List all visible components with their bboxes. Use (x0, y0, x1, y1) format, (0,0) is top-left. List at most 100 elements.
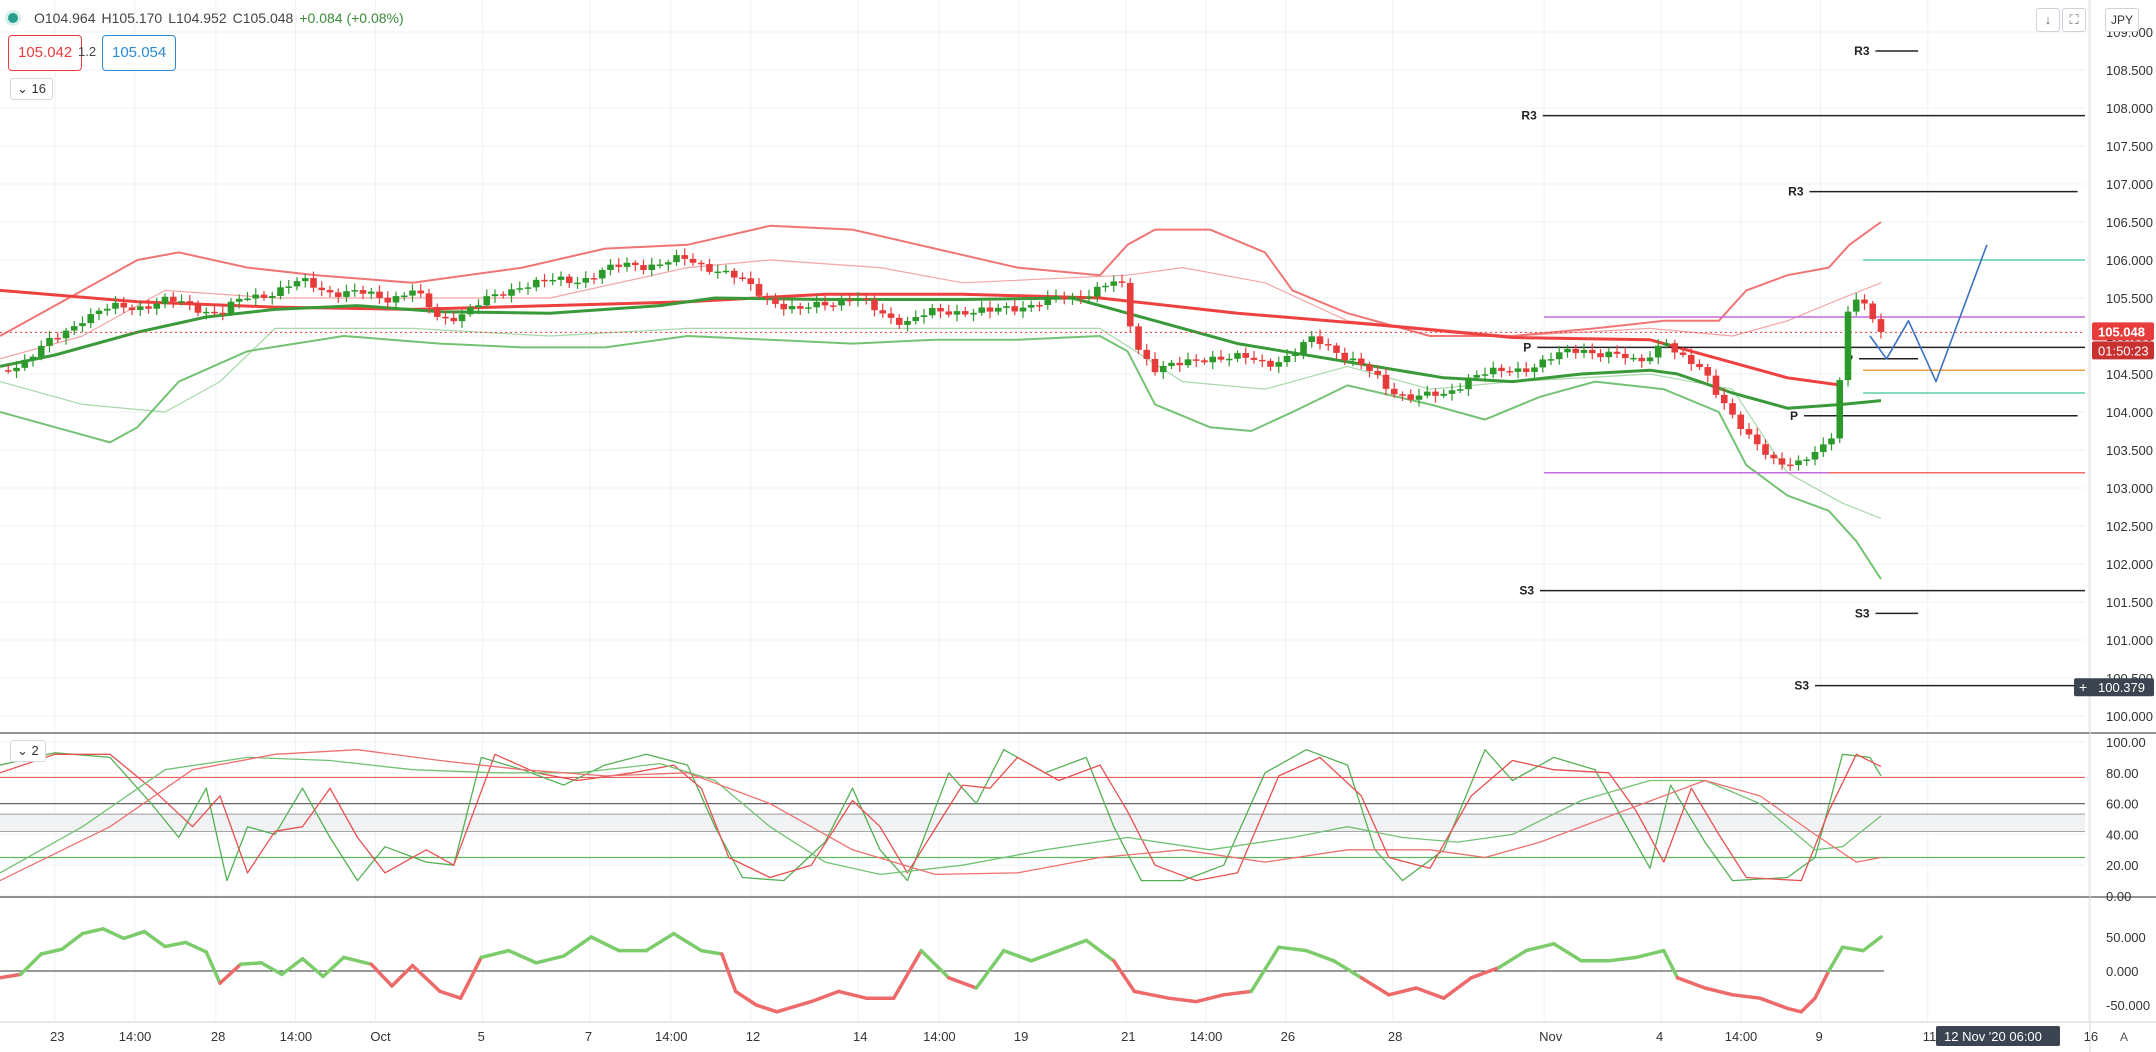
screen-icon[interactable]: ⛶ (2062, 8, 2086, 32)
arrow-down-icon[interactable]: ↓ (2036, 8, 2060, 32)
time-axis-label: 4 (1656, 1029, 1663, 1044)
osc-segment (1607, 955, 1638, 963)
time-axis-label: 5 (478, 1029, 485, 1044)
candle-body (1514, 368, 1522, 372)
osc-segment (1112, 959, 1137, 994)
candle-body (13, 367, 20, 372)
low-value: L104.952 (168, 10, 227, 26)
candle-body (1786, 464, 1794, 467)
candle-body (1184, 359, 1192, 366)
osc-segment (919, 948, 951, 980)
osc-segment (410, 963, 442, 994)
oscillator-collapse-chip[interactable]: ⌄ 2 (10, 740, 46, 762)
candle-body (1159, 365, 1167, 373)
candle-body (285, 286, 293, 288)
time-axis-label: 14:00 (1190, 1029, 1223, 1044)
candle-body (1803, 459, 1811, 462)
chart-svg[interactable]: R3R3R3PPPS3S3S3109.000108.500108.000107.… (0, 0, 2156, 1052)
candle-body (1176, 362, 1184, 366)
candle-body (326, 290, 334, 293)
candle-body (970, 312, 977, 315)
candle-body (623, 262, 631, 267)
candle-body (1390, 388, 1398, 395)
candle-body (1638, 357, 1646, 362)
osc-segment (809, 989, 841, 1004)
price-axis-label: 107.500 (2106, 139, 2153, 154)
candle-body (1679, 352, 1687, 355)
candle-body (1168, 362, 1175, 366)
pivot-label: S3 (1519, 584, 1534, 598)
osc-segment (142, 929, 167, 949)
time-axis-label: 28 (211, 1029, 225, 1044)
candle-body (244, 298, 251, 301)
osc-segment (0, 972, 23, 980)
candle-body (1036, 305, 1043, 307)
candle-body (417, 290, 425, 294)
candle-body (747, 278, 755, 285)
candle-body (1489, 367, 1497, 375)
sell-price-button[interactable]: 105.042 (8, 35, 83, 71)
candle-body (1201, 360, 1208, 363)
candle-body (879, 310, 887, 314)
candle-body (1481, 374, 1489, 376)
candle-body (1671, 343, 1679, 353)
candle-body (1333, 345, 1340, 353)
price-axis-label: 102.000 (2106, 557, 2153, 572)
candle-body (1828, 438, 1835, 445)
candle-body (450, 317, 458, 322)
candle-body (1192, 359, 1200, 361)
osc-segment (1084, 938, 1116, 963)
candle-body (1283, 356, 1291, 363)
candle-body (961, 311, 969, 315)
candle-body (1572, 348, 1580, 353)
candle-body (763, 295, 771, 299)
osc-segment (507, 948, 538, 965)
candle-body (211, 311, 218, 314)
candle-body (1242, 353, 1250, 358)
ohlc-legend: O104.964 H105.170 L104.952 C105.048 +0.0… (8, 10, 404, 26)
last-price-label: 105.048 (2098, 324, 2145, 339)
candle-body (1696, 363, 1703, 368)
candle-body (1003, 306, 1010, 308)
price-axis-label: 105.500 (2106, 291, 2153, 306)
candle-body (1704, 367, 1712, 376)
candle-body (145, 306, 152, 309)
oscillator-count: 2 (31, 743, 39, 758)
candle-body (1275, 362, 1283, 367)
candle-body (433, 306, 441, 317)
osc-segment (1277, 945, 1308, 953)
ma-red-line (0, 288, 1843, 387)
candle-body (722, 270, 730, 273)
osc-segment (1167, 996, 1198, 1004)
projection-line (1869, 244, 1988, 383)
candle-body (1357, 358, 1365, 365)
time-axis-label: 19 (1014, 1029, 1028, 1044)
candle-body (516, 288, 524, 290)
candle-body (681, 255, 689, 259)
candle-body (1580, 349, 1588, 353)
candle-body (384, 297, 392, 303)
candle-body (689, 258, 697, 263)
candle-body (491, 294, 499, 297)
candle-body (928, 308, 936, 316)
osc-segment (1222, 989, 1253, 997)
candle-body (697, 262, 705, 265)
osc-segment (163, 940, 188, 949)
candle-body (1234, 353, 1241, 359)
candle-body (1324, 344, 1332, 346)
candle-body (846, 299, 854, 302)
osc-segment (1304, 948, 1336, 963)
osc-segment (280, 957, 305, 977)
price-axis-label: 108.500 (2106, 63, 2153, 78)
buy-price-button[interactable]: 105.054 (102, 35, 177, 71)
stoch-band (0, 814, 2085, 832)
candle-body (1085, 296, 1093, 299)
candle-body (1720, 394, 1728, 404)
osc-segment (1662, 948, 1680, 980)
market-status-icon (8, 13, 18, 23)
indicator-collapse-chip[interactable]: ⌄ 16 (10, 78, 53, 100)
candle-body (813, 301, 821, 308)
osc-segment (39, 947, 64, 956)
currency-tag[interactable]: JPY (2105, 8, 2140, 32)
candle-body (673, 255, 680, 263)
